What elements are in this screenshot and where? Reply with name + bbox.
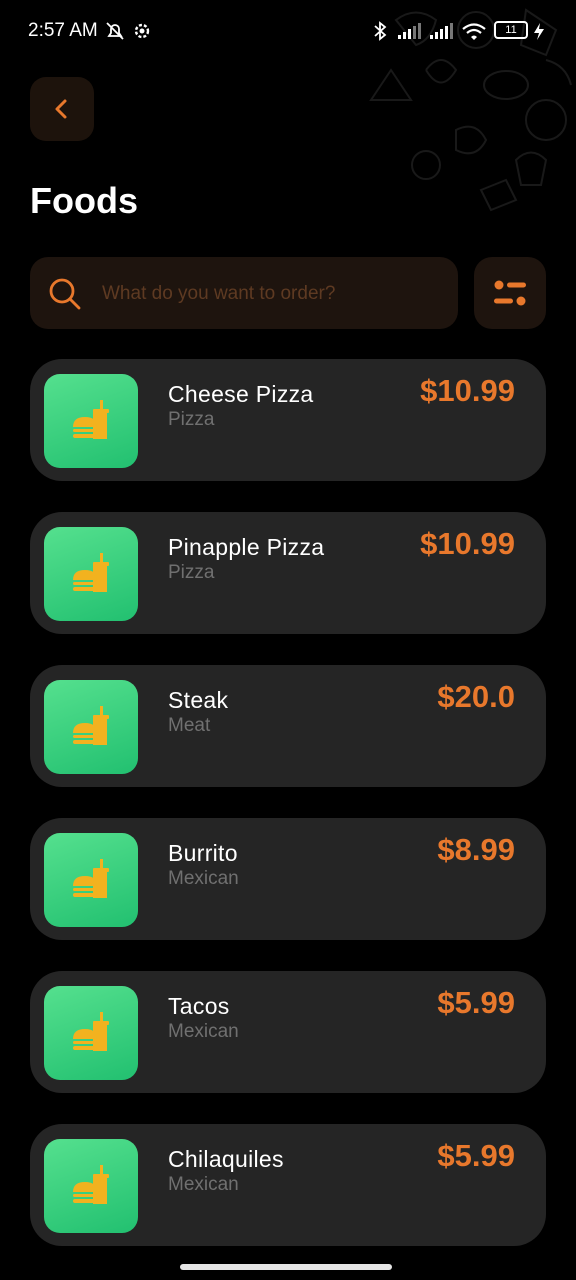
filter-icon — [494, 280, 526, 306]
search-bar[interactable] — [30, 257, 458, 329]
wifi-icon — [462, 23, 486, 40]
muted-bell-icon — [106, 22, 124, 40]
food-category: Pizza — [168, 562, 215, 583]
chevron-left-icon — [55, 99, 67, 119]
filter-button[interactable] — [474, 257, 546, 329]
search-icon — [49, 278, 81, 310]
food-thumbnail — [44, 833, 138, 927]
food-card[interactable]: Steak Meat $20.0 — [30, 665, 546, 787]
food-thumbnail — [44, 1139, 138, 1233]
burger-drink-icon — [73, 1165, 109, 1204]
status-time: 2:57 AM — [28, 20, 98, 41]
food-card[interactable]: Cheese Pizza Pizza $10.99 — [30, 359, 546, 481]
charging-bolt-icon — [534, 23, 544, 40]
food-price: $5.99 — [437, 985, 515, 1020]
food-price: $10.99 — [420, 526, 515, 561]
battery-icon: 11 — [494, 21, 528, 39]
burger-drink-icon — [73, 706, 109, 745]
page-title: Foods — [30, 180, 138, 221]
food-thumbnail — [44, 680, 138, 774]
food-card[interactable]: Pinapple Pizza Pizza $10.99 — [30, 512, 546, 634]
food-price: $10.99 — [420, 373, 515, 408]
food-name: Steak — [168, 687, 229, 713]
food-card[interactable]: Tacos Mexican $5.99 — [30, 971, 546, 1093]
settings-gear-icon — [134, 23, 150, 39]
food-category: Mexican — [168, 1174, 239, 1195]
burger-drink-icon — [73, 1012, 109, 1051]
food-name: Cheese Pizza — [168, 381, 314, 407]
food-name: Tacos — [168, 993, 230, 1019]
food-category: Meat — [168, 715, 211, 736]
battery-level: 11 — [505, 24, 517, 36]
food-name: Pinapple Pizza — [168, 534, 325, 560]
signal-icon-1 — [398, 23, 421, 39]
burger-drink-icon — [73, 400, 109, 439]
food-name: Chilaquiles — [168, 1146, 284, 1172]
food-category: Pizza — [168, 409, 215, 430]
food-card[interactable]: Burrito Mexican $8.99 — [30, 818, 546, 940]
food-card[interactable]: Chilaquiles Mexican $5.99 — [30, 1124, 546, 1246]
food-price: $20.0 — [437, 679, 515, 714]
food-category: Mexican — [168, 868, 239, 889]
burger-drink-icon — [73, 553, 109, 592]
food-category: Mexican — [168, 1021, 239, 1042]
food-thumbnail — [44, 986, 138, 1080]
food-list: Cheese Pizza Pizza $10.99 Pinapple Pizza… — [30, 359, 546, 1277]
food-price: $5.99 — [437, 1138, 515, 1173]
food-thumbnail — [44, 527, 138, 621]
burger-drink-icon — [73, 859, 109, 898]
signal-icon-2 — [430, 23, 453, 39]
food-name: Burrito — [168, 840, 238, 866]
status-bar: 2:57 AM 11 — [0, 0, 576, 60]
food-price: $8.99 — [437, 832, 515, 867]
food-thumbnail — [44, 374, 138, 468]
search-input[interactable] — [100, 275, 444, 313]
home-indicator[interactable] — [180, 1264, 392, 1270]
back-button[interactable] — [30, 77, 94, 141]
bluetooth-icon — [374, 21, 387, 41]
